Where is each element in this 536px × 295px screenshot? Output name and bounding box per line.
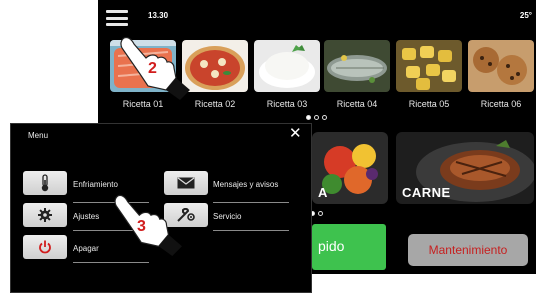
gear-icon — [38, 208, 52, 222]
stage: 13.30 25° Ricetta 01 Ricetta 02 Ricetta … — [0, 0, 536, 295]
recipe-label-01: Ricetta 01 — [122, 99, 164, 109]
pager-dot[interactable] — [318, 211, 323, 216]
step-number-2: 2 — [148, 60, 157, 77]
menu-divider — [213, 230, 289, 231]
top-bar: 13.30 25° — [98, 0, 536, 34]
recipe-thumb-03[interactable] — [254, 40, 320, 92]
hamburger-menu-icon[interactable] — [106, 10, 128, 26]
recipe-thumb-06[interactable] — [468, 40, 534, 92]
menu-item-ajustes-label[interactable]: Ajustes — [73, 212, 99, 221]
recipe-label-02: Ricetta 02 — [194, 99, 236, 109]
recipe-label-05: Ricetta 05 — [408, 99, 450, 109]
thermometer-icon — [41, 174, 49, 192]
menu-item-apagar-button[interactable] — [23, 235, 67, 259]
menu-item-ajustes-button[interactable] — [23, 203, 67, 227]
mantenimiento-button[interactable]: Mantenimiento — [408, 234, 528, 266]
category-label-verdure: A — [318, 185, 328, 200]
recipe-label-03: Ricetta 03 — [266, 99, 308, 109]
menu-item-mensajes-label[interactable]: Mensajes y avisos — [213, 180, 278, 189]
step-number-3: 3 — [137, 218, 146, 235]
rice-food-image — [254, 40, 320, 92]
recipe-label-06: Ricetta 06 — [480, 99, 522, 109]
recipe-thumb-04[interactable] — [324, 40, 390, 92]
cookies-food-image — [468, 40, 534, 92]
fish-food-image — [324, 40, 390, 92]
envelope-icon — [177, 177, 195, 189]
category-tile-verdure[interactable]: A — [312, 132, 388, 204]
pointing-hand-icon — [120, 36, 190, 100]
power-icon — [39, 240, 51, 254]
pointing-hand-icon — [114, 194, 182, 256]
temperature-readout: 25° — [519, 11, 532, 20]
menu-item-enfriamiento-button[interactable] — [23, 171, 67, 195]
pager-dot[interactable] — [306, 115, 311, 120]
menu-item-enfriamiento-label[interactable]: Enfriamiento — [73, 180, 118, 189]
pager-dot[interactable] — [322, 115, 327, 120]
recipe-thumb-05[interactable] — [396, 40, 462, 92]
menu-title: Menu — [28, 131, 49, 140]
clock-time: 13.30 — [148, 11, 169, 20]
category-tile-carne[interactable]: CARNE — [396, 132, 534, 204]
recipe-pager-dots[interactable] — [306, 115, 327, 120]
category-label-carne: CARNE — [402, 185, 451, 200]
menu-item-servicio-label[interactable]: Servicio — [213, 212, 241, 221]
menu-item-apagar-label[interactable]: Apagar — [73, 244, 99, 253]
menu-divider — [73, 262, 149, 263]
rapido-button[interactable]: pido — [312, 224, 386, 270]
menu-divider — [213, 202, 289, 203]
recipe-label-04: Ricetta 04 — [336, 99, 378, 109]
potatoes-food-image — [396, 40, 462, 92]
pager-dot[interactable] — [314, 115, 319, 120]
close-icon[interactable]: ✕ — [289, 126, 302, 141]
